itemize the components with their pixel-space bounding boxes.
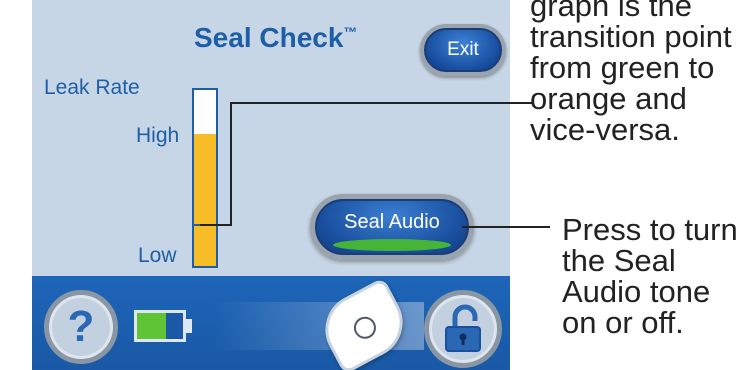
device-screen: Seal Check™ Exit Leak Rate High Low Seal… bbox=[32, 0, 510, 370]
seal-audio-label: Seal Audio bbox=[344, 211, 440, 233]
trademark-symbol: ™ bbox=[343, 24, 358, 40]
battery-terminal bbox=[186, 319, 192, 333]
seal-audio-callout-line bbox=[462, 226, 550, 228]
help-button[interactable]: ? bbox=[44, 290, 118, 364]
threshold-callout-line bbox=[200, 224, 232, 226]
help-icon: ? bbox=[67, 302, 95, 351]
leak-rate-bar-fill bbox=[194, 134, 216, 266]
leak-rate-low-label: Low bbox=[138, 244, 177, 267]
leak-rate-bar-graph bbox=[192, 88, 218, 268]
leak-rate-label: Leak Rate bbox=[44, 76, 140, 99]
unlock-slider-handle[interactable] bbox=[312, 277, 416, 370]
seal-audio-callout-text: Press to turn the Seal Audio tone on or … bbox=[562, 212, 738, 340]
lock-button[interactable] bbox=[424, 290, 502, 368]
exit-button[interactable]: Exit bbox=[420, 24, 506, 76]
title-text: Seal Check bbox=[194, 22, 344, 53]
page-title: Seal Check™ bbox=[194, 22, 357, 54]
threshold-callout-text: graph is the transition point from green… bbox=[530, 0, 732, 147]
slider-handle-ring-icon bbox=[350, 312, 380, 343]
unlocked-padlock-icon bbox=[445, 304, 481, 352]
threshold-callout-line bbox=[230, 102, 232, 226]
seal-audio-button[interactable]: Seal Audio bbox=[310, 194, 474, 260]
bottom-toolbar: ? bbox=[32, 276, 510, 370]
battery-icon bbox=[134, 310, 186, 342]
threshold-callout-line bbox=[230, 102, 534, 104]
seal-audio-indicator bbox=[333, 239, 451, 251]
battery-level-fill bbox=[137, 313, 166, 339]
leak-rate-high-label: High bbox=[136, 124, 180, 147]
